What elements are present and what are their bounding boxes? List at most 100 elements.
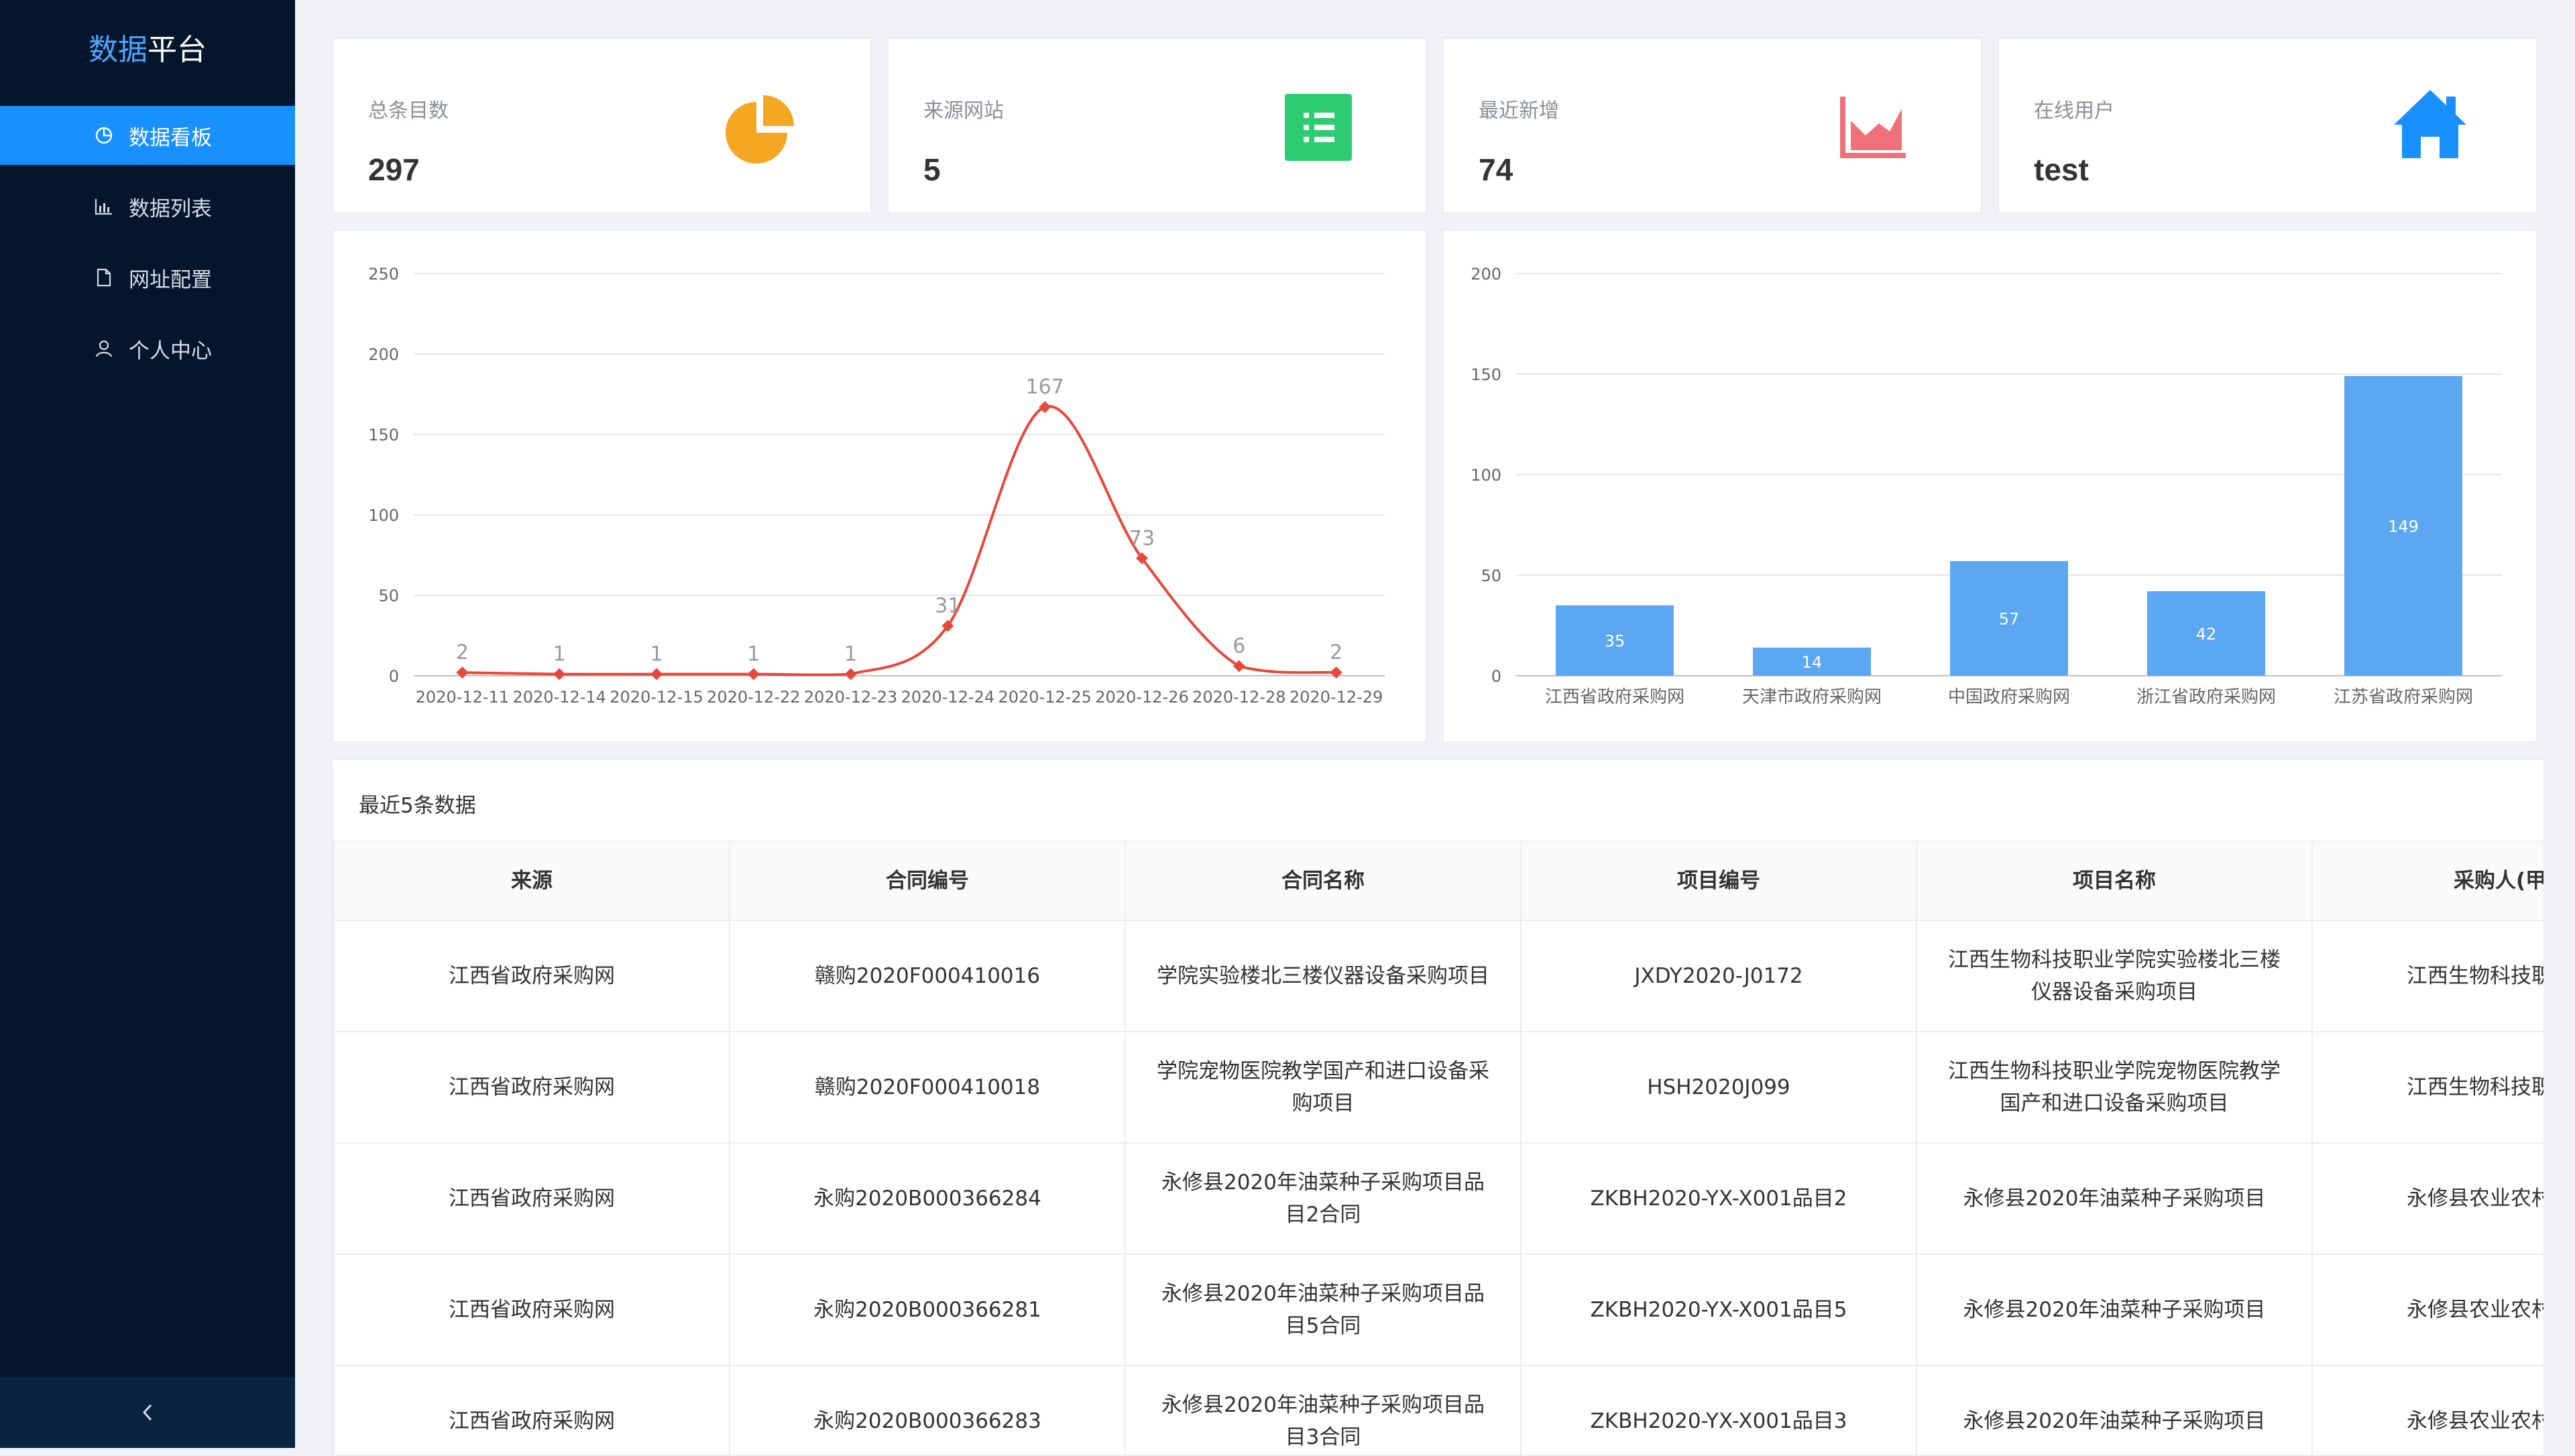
x-tick-label: 江苏省政府采购网 [2334, 687, 2473, 707]
x-tick-label: 2020-12-15 [610, 688, 703, 707]
data-point [747, 668, 760, 680]
user-icon [95, 340, 113, 357]
column-header-project-no[interactable]: 项目编号 [1520, 841, 1917, 921]
bar-chart-icon [95, 199, 112, 215]
x-tick-label: 中国政府采购网 [1948, 687, 2070, 707]
y-tick-label: 100 [1471, 466, 1501, 485]
cell-project-name: 永修县2020年油菜种子采购项目 [1916, 1254, 2313, 1366]
table-row[interactable]: 江西省政府采购网 永购2020B000366283 永修县2020年油菜种子采购… [333, 1365, 2543, 1455]
data-point [844, 668, 857, 680]
y-tick-label: 100 [368, 506, 399, 525]
table-header-row: 来源 合同编号 合同名称 项目编号 项目名称 采购人(甲 [333, 841, 2543, 921]
column-header-contract-name[interactable]: 合同名称 [1125, 841, 1522, 921]
x-tick-label: 2020-12-22 [707, 688, 800, 707]
x-tick-label: 浙江省政府采购网 [2136, 687, 2276, 707]
stat-label: 总条目数 [368, 99, 449, 123]
data-label: 1 [747, 643, 760, 666]
sidebar-item-label: 个人中心 [129, 339, 212, 363]
column-header-contract-no[interactable]: 合同编号 [729, 841, 1126, 921]
cell-project-no: ZKBH2020-YX-X001品目2 [1520, 1142, 1917, 1255]
bar-chart: 0 50 100 150 200 35 江西省政府采购网 14 天津市政府采购网 57 中国政府采购… [1471, 265, 2502, 707]
data-label: 1 [844, 643, 857, 666]
cell-contract-no: 赣购2020F000410018 [729, 1031, 1126, 1144]
sidebar-item-label: 网址配置 [129, 267, 212, 292]
data-label: 6 [1233, 635, 1245, 658]
column-header-purchaser[interactable]: 采购人(甲 [2311, 841, 2543, 921]
data-point [1039, 401, 1051, 414]
cell-project-name: 永修县2020年油菜种子采购项目 [1916, 1365, 2313, 1455]
data-label: 1 [650, 643, 663, 666]
cell-purchaser: 永修县农业农村 [2311, 1254, 2543, 1366]
pie-chart-icon [95, 127, 113, 144]
data-point [456, 666, 469, 679]
cell-contract-name: 永修县2020年油菜种子采购项目品目5合同 [1125, 1254, 1522, 1366]
column-header-source[interactable]: 来源 [333, 841, 730, 921]
x-tick-label: 2020-12-25 [998, 688, 1091, 707]
data-point [1330, 666, 1342, 679]
y-tick-label: 0 [389, 667, 399, 686]
cell-contract-name: 永修县2020年油菜种子采购项目品目3合同 [1125, 1365, 1522, 1455]
x-tick-label: 2020-12-23 [804, 688, 897, 707]
stat-label: 在线用户 [2034, 99, 2114, 123]
y-tick-label: 150 [368, 426, 399, 444]
cell-contract-name: 学院实验楼北三楼仪器设备采购项目 [1125, 920, 1522, 1032]
y-tick-label: 200 [1471, 265, 1501, 284]
cell-purchaser: 江西生物科技职 [2311, 920, 2543, 1032]
stat-card-sources: 来源网站 5 [887, 38, 1427, 214]
cell-contract-no: 永购2020B000366281 [729, 1254, 1126, 1366]
cell-purchaser: 永修县农业农村 [2311, 1142, 2543, 1255]
table-row[interactable]: 江西省政府采购网 赣购2020F000410016 学院实验楼北三楼仪器设备采购… [333, 920, 2543, 1032]
area-chart-icon [1840, 97, 1906, 158]
app-title-part1: 数据 [89, 33, 148, 67]
cell-contract-no: 永购2020B000366284 [729, 1142, 1126, 1255]
recent-data-table: 来源 合同编号 合同名称 项目编号 项目名称 采购人(甲 江西省政府采购网 赣购… [333, 841, 2543, 1455]
sidebar-item-label: 数据看板 [129, 125, 212, 150]
main-content: 总条目数 297 来源网站 5 最近新增 74 在线用户 test 0 50 1… [319, 21, 2575, 1456]
y-tick-label: 50 [1481, 566, 1501, 585]
cell-project-name: 江西生物科技职业学院实验楼北三楼仪器设备采购项目 [1916, 920, 2313, 1032]
data-point [650, 668, 663, 680]
app-logo[interactable]: 数据 平台 [0, 0, 295, 94]
cell-project-name: 永修县2020年油菜种子采购项目 [1916, 1142, 2313, 1255]
sidebar-item-dashboard[interactable]: 数据看板 [0, 106, 295, 165]
cell-project-name: 江西生物科技职业学院宠物医院教学国产和进口设备采购项目 [1916, 1031, 2313, 1144]
table-row[interactable]: 江西省政府采购网 永购2020B000366284 永修县2020年油菜种子采购… [333, 1142, 2543, 1255]
cell-contract-name: 永修县2020年油菜种子采购项目品目2合同 [1125, 1142, 1522, 1255]
bar-value-label: 149 [2388, 518, 2419, 536]
cell-source: 江西省政府采购网 [333, 1365, 730, 1455]
series-line [462, 405, 1336, 676]
sidebar-item-url-config[interactable]: 网址配置 [0, 248, 295, 307]
cell-source: 江西省政府采购网 [333, 1031, 730, 1144]
cell-source: 江西省政府采购网 [333, 1254, 730, 1366]
cell-purchaser: 永修县农业农村 [2311, 1365, 2543, 1455]
sidebar: 数据 平台 数据看板 数据列表 网址配置 个人中心 [0, 0, 295, 1448]
x-tick-label: 2020-12-28 [1192, 688, 1285, 707]
stat-value: 5 [923, 152, 941, 187]
cell-project-no: JXDY2020-J0172 [1520, 920, 1917, 1032]
cell-purchaser: 江西生物科技职 [2311, 1031, 2543, 1144]
line-chart-card: 0 50 100 150 200 250 2020-12-11 2020-12-14 2020-… [332, 229, 1427, 743]
stat-label: 来源网站 [923, 99, 1004, 123]
sidebar-collapse-button[interactable] [0, 1377, 295, 1448]
stat-card-total: 总条目数 297 [332, 38, 872, 214]
table-title: 最近5条数据 [359, 794, 476, 818]
x-tick-label: 2020-12-29 [1290, 688, 1383, 707]
y-tick-label: 50 [378, 587, 399, 605]
sidebar-item-profile[interactable]: 个人中心 [0, 319, 295, 378]
data-label: 1 [553, 643, 566, 666]
cell-contract-name: 学院宠物医院教学国产和进口设备采购项目 [1125, 1031, 1522, 1144]
table-row[interactable]: 江西省政府采购网 永购2020B000366281 永修县2020年油菜种子采购… [333, 1254, 2543, 1366]
data-label: 73 [1129, 527, 1155, 550]
cell-contract-no: 赣购2020F000410016 [729, 920, 1126, 1032]
x-tick-label: 2020-12-11 [416, 688, 509, 707]
table-row[interactable]: 江西省政府采购网 赣购2020F000410018 学院宠物医院教学国产和进口设… [333, 1031, 2543, 1144]
pie-chart-icon [726, 95, 794, 164]
cell-source: 江西省政府采购网 [333, 920, 730, 1032]
list-icon [1285, 94, 1352, 161]
app-title-part2: 平台 [148, 33, 207, 67]
x-tick-label: 江西省政府采购网 [1545, 687, 1684, 707]
y-tick-label: 200 [368, 345, 399, 364]
column-header-project-name[interactable]: 项目名称 [1916, 841, 2313, 921]
cell-project-no: ZKBH2020-YX-X001品目3 [1520, 1365, 1917, 1455]
sidebar-item-data-list[interactable]: 数据列表 [0, 177, 295, 236]
